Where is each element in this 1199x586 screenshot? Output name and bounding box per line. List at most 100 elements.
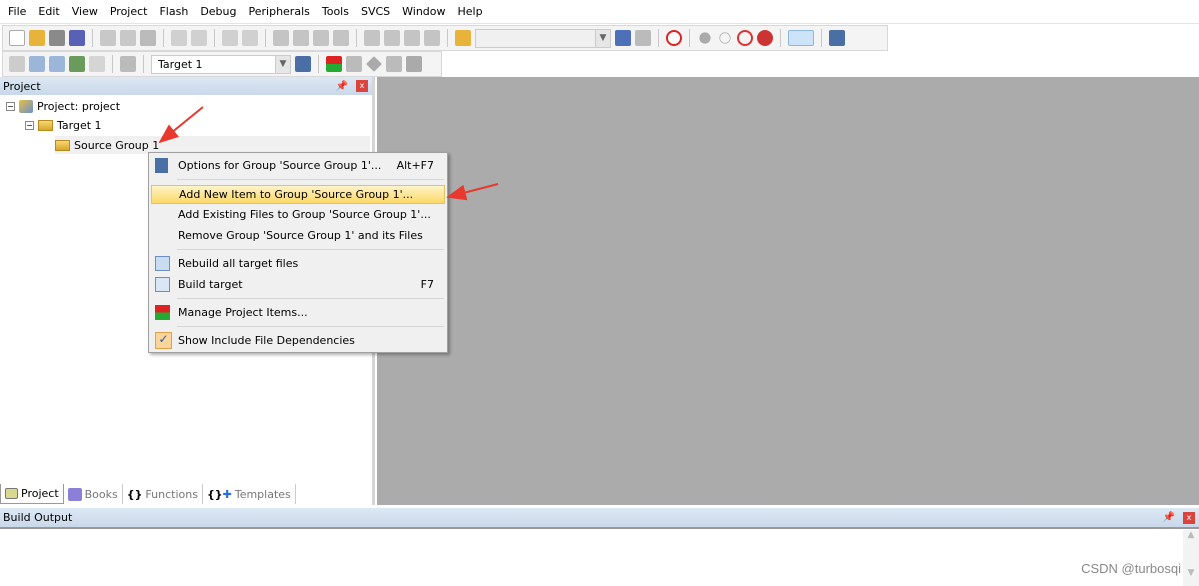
load-download-icon[interactable]: [120, 56, 136, 72]
clear-bookmarks-icon[interactable]: [333, 30, 349, 46]
menu-item-options-for-group[interactable]: Options for Group 'Source Group 1'... Alt…: [151, 156, 445, 175]
project-tab-icon: [5, 488, 18, 499]
menu-file[interactable]: File: [2, 5, 32, 18]
target-folder-icon: [38, 120, 53, 131]
menu-tools[interactable]: Tools: [316, 5, 355, 18]
nav-forward-icon[interactable]: [242, 30, 258, 46]
tab-templates[interactable]: {}✚ Templates: [203, 484, 296, 504]
watermark: CSDN @turbosqi: [1081, 561, 1181, 576]
batch-build-icon[interactable]: [69, 56, 85, 72]
file-toolbar: ▼: [2, 25, 888, 51]
software-components-icon[interactable]: [406, 56, 422, 72]
pin-icon[interactable]: 📌: [1163, 512, 1175, 523]
menu-window[interactable]: Window: [396, 5, 451, 18]
templates-icon: {}✚: [206, 487, 232, 501]
menubar: File Edit View Project Flash Debug Perip…: [0, 0, 1199, 24]
close-icon[interactable]: x: [356, 80, 368, 92]
panel-title: Build Output: [3, 511, 73, 524]
configure-wrench-icon[interactable]: [829, 30, 845, 46]
rebuild-icon[interactable]: [49, 56, 65, 72]
kill-breakpoints-icon[interactable]: [757, 30, 773, 46]
breakpoint-icon[interactable]: [699, 32, 711, 44]
menu-item-add-new-item[interactable]: Add New Item to Group 'Source Group 1'..…: [151, 185, 445, 204]
comment-icon[interactable]: [404, 30, 420, 46]
tree-item-target[interactable]: − Target 1: [25, 119, 102, 132]
panel-title: Project: [3, 79, 41, 93]
manage-project-items-icon[interactable]: [326, 56, 342, 72]
menu-help[interactable]: Help: [452, 5, 489, 18]
manage-items-icon: [155, 305, 170, 320]
menu-svcs[interactable]: SVCS: [355, 5, 396, 18]
new-file-icon[interactable]: [9, 30, 25, 46]
copy-icon[interactable]: [120, 30, 136, 46]
undo-icon[interactable]: [171, 30, 187, 46]
find-icon[interactable]: [615, 30, 631, 46]
menu-item-remove-group[interactable]: Remove Group 'Source Group 1' and its Fi…: [151, 226, 445, 245]
build-output-header: Build Output 📌 x: [0, 508, 1199, 527]
tree-item-project[interactable]: − Project: project: [6, 100, 120, 113]
books-icon: [67, 487, 82, 501]
build-output-panel: Build Output 📌 x ▲ ▼ CSDN @turbosqi: [0, 508, 1199, 586]
indent-icon[interactable]: [364, 30, 380, 46]
vertical-scrollbar[interactable]: ▲ ▼: [1183, 530, 1199, 586]
cut-icon[interactable]: [100, 30, 116, 46]
close-icon[interactable]: x: [1183, 511, 1195, 524]
disable-breakpoint-icon[interactable]: [719, 32, 731, 44]
menu-item-show-include-deps[interactable]: ✓ Show Include File Dependencies: [151, 331, 445, 350]
menu-item-manage-project-items[interactable]: Manage Project Items...: [151, 303, 445, 322]
open-icon[interactable]: [29, 30, 45, 46]
prev-bookmark-icon[interactable]: [293, 30, 309, 46]
scroll-down-icon[interactable]: ▼: [1183, 568, 1199, 578]
collapse-icon[interactable]: −: [25, 121, 34, 130]
manage-runtime-icon[interactable]: [366, 56, 382, 72]
disable-all-breakpoints-icon[interactable]: [737, 30, 753, 46]
pin-icon[interactable]: 📌: [336, 81, 348, 92]
panel-tabs: Project Books {} Functions {}✚ Templates: [0, 484, 296, 504]
save-all-icon[interactable]: [69, 30, 85, 46]
tab-functions[interactable]: {} Functions: [123, 484, 203, 504]
context-menu: Options for Group 'Source Group 1'... Alt…: [148, 152, 448, 353]
menu-flash[interactable]: Flash: [153, 5, 194, 18]
chevron-down-icon[interactable]: ▼: [595, 29, 610, 47]
nav-back-icon[interactable]: [222, 30, 238, 46]
scroll-up-icon[interactable]: ▲: [1183, 530, 1199, 540]
braces-icon: {}: [126, 487, 143, 501]
project-icon: [19, 100, 33, 113]
editor-workspace: [377, 77, 1199, 505]
find-combo[interactable]: ▼: [475, 28, 611, 48]
chevron-down-icon[interactable]: ▼: [275, 55, 290, 73]
translate-icon[interactable]: [9, 56, 25, 72]
checkmark-icon: ✓: [155, 332, 172, 349]
menu-view[interactable]: View: [66, 5, 104, 18]
save-icon[interactable]: [49, 30, 65, 46]
build-icon[interactable]: [29, 56, 45, 72]
debug-session-icon[interactable]: [666, 30, 682, 46]
find-in-files-icon[interactable]: [455, 30, 471, 46]
rebuild-icon: [155, 256, 170, 271]
target-select[interactable]: Target 1 ▼: [151, 54, 291, 74]
menu-item-add-existing-files[interactable]: Add Existing Files to Group 'Source Grou…: [151, 205, 445, 224]
target-options-wand-icon[interactable]: [295, 56, 311, 72]
menu-debug[interactable]: Debug: [194, 5, 242, 18]
uncomment-icon[interactable]: [424, 30, 440, 46]
menu-project[interactable]: Project: [104, 5, 154, 18]
paste-icon[interactable]: [140, 30, 156, 46]
redo-icon[interactable]: [191, 30, 207, 46]
pack-installer-icon[interactable]: [386, 56, 402, 72]
incremental-find-icon[interactable]: [635, 30, 651, 46]
folder-icon: [55, 139, 70, 151]
stop-build-icon[interactable]: [89, 56, 105, 72]
collapse-icon[interactable]: −: [6, 102, 15, 111]
menu-peripherals[interactable]: Peripherals: [243, 5, 316, 18]
tab-project[interactable]: Project: [0, 484, 64, 504]
bookmark-icon[interactable]: [273, 30, 289, 46]
tab-books[interactable]: Books: [64, 484, 123, 504]
menu-edit[interactable]: Edit: [32, 5, 65, 18]
next-bookmark-icon[interactable]: [313, 30, 329, 46]
options-wand-icon: [155, 158, 168, 173]
menu-item-build-target[interactable]: Build target F7: [151, 275, 445, 294]
select-packs-icon[interactable]: [346, 56, 362, 72]
menu-item-rebuild-all[interactable]: Rebuild all target files: [151, 254, 445, 273]
window-layout-icon[interactable]: [788, 30, 814, 46]
unindent-icon[interactable]: [384, 30, 400, 46]
